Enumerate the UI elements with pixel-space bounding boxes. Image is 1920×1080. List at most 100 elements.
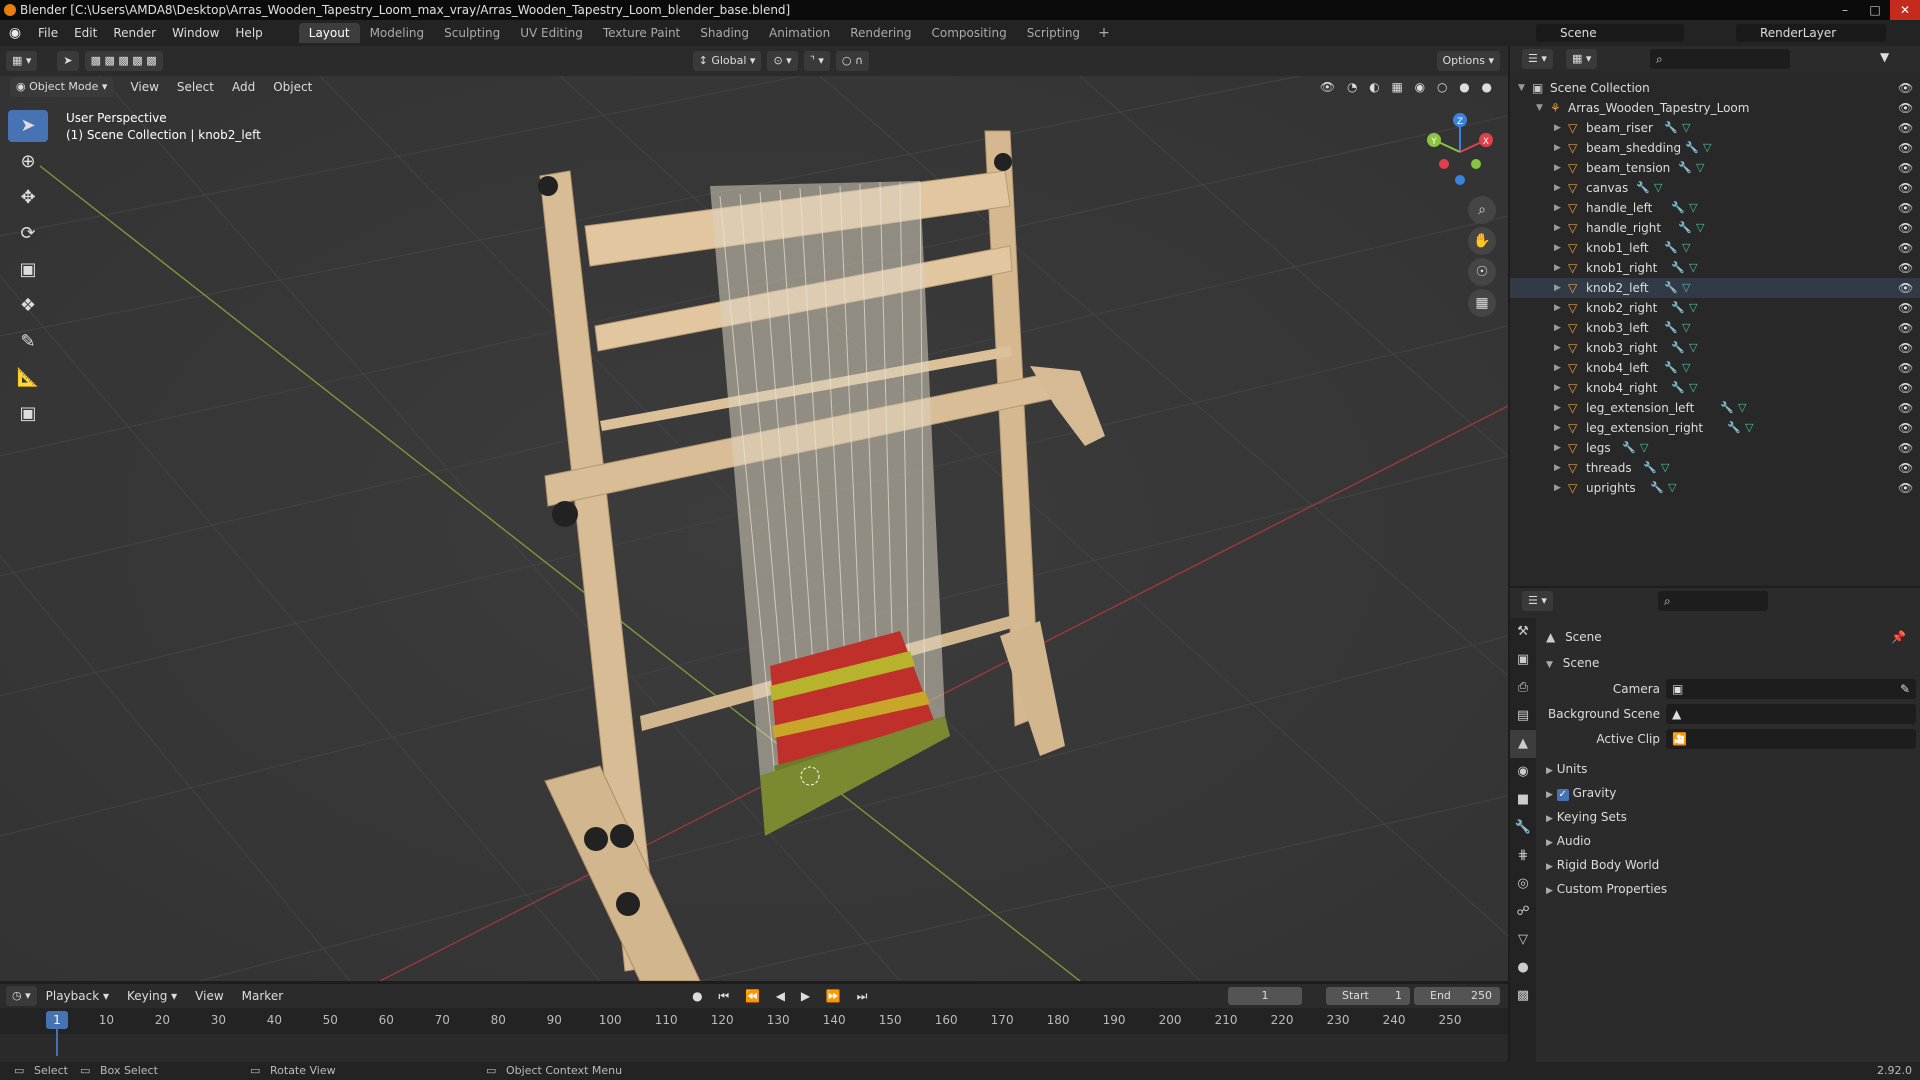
- modifier-icon[interactable]: 🔧: [1678, 158, 1692, 178]
- expand-arrow-icon[interactable]: ▶: [1554, 438, 1561, 458]
- expand-arrow-icon[interactable]: ▶: [1554, 258, 1561, 278]
- playhead-frame[interactable]: 1: [46, 1011, 68, 1029]
- visibility-eye-icon[interactable]: 👁: [1898, 278, 1913, 298]
- modifier-icon[interactable]: 🔧: [1664, 238, 1678, 258]
- properties-search-input[interactable]: ⌕: [1658, 591, 1768, 611]
- outliner-item-handle-right[interactable]: ▶ ▽ handle_right 🔧 ▽ 👁: [1510, 218, 1920, 238]
- outliner-item-threads[interactable]: ▶ ▽ threads 🔧 ▽ 👁: [1510, 458, 1920, 478]
- mesh-data-icon[interactable]: ▽: [1745, 418, 1753, 438]
- expand-arrow-icon[interactable]: ▶: [1554, 118, 1561, 138]
- rotate-tool-icon[interactable]: ⟳: [8, 218, 48, 250]
- outliner-collection[interactable]: ▼ ⚘ Arras_Wooden_Tapestry_Loom 👁: [1510, 98, 1920, 118]
- timeline-editor-type[interactable]: ◷ ▾: [6, 986, 37, 1006]
- visibility-eye-icon[interactable]: 👁: [1898, 438, 1913, 458]
- modifier-icon[interactable]: 🔧: [1636, 178, 1650, 198]
- outliner-item-canvas[interactable]: ▶ ▽ canvas 🔧 ▽ 👁: [1510, 178, 1920, 198]
- mesh-data-icon[interactable]: ▽: [1682, 318, 1690, 338]
- outliner-item-beam-riser[interactable]: ▶ ▽ beam_riser 🔧 ▽ 👁: [1510, 118, 1920, 138]
- outliner-item-knob2-left[interactable]: ▶ ▽ knob2_left 🔧 ▽ 👁: [1510, 278, 1920, 298]
- expand-arrow-icon[interactable]: ▶: [1554, 278, 1561, 298]
- frame-ruler[interactable]: 10 20 30 40 50 60 70 80 90 100 110 120 130 140 150 160 1…: [0, 1008, 1508, 1034]
- output-tab-icon[interactable]: ⎙: [1510, 674, 1536, 702]
- tab-layout[interactable]: Layout: [298, 23, 360, 43]
- playback-controls[interactable]: ● ⏮ ⏪ ◀ ▶ ⏩ ⏭: [692, 989, 873, 1004]
- display-mode-dropdown[interactable]: ▦ ▾: [1566, 49, 1598, 69]
- expand-arrow-icon[interactable]: ▶: [1554, 218, 1561, 238]
- tab-scripting[interactable]: Scripting: [1017, 23, 1090, 43]
- scene-section-header[interactable]: ▼ Scene: [1546, 652, 1916, 674]
- outliner-search-input[interactable]: ⌕: [1650, 49, 1790, 69]
- expand-arrow-icon[interactable]: ▶: [1554, 458, 1561, 478]
- outliner-item-knob2-right[interactable]: ▶ ▽ knob2_right 🔧 ▽ 👁: [1510, 298, 1920, 318]
- expand-arrow-icon[interactable]: ▶: [1554, 158, 1561, 178]
- outliner-item-leg-extension-left[interactable]: ▶ ▽ leg_extension_left 🔧 ▽ 👁: [1510, 398, 1920, 418]
- modifier-icon[interactable]: 🔧: [1685, 138, 1699, 158]
- modifier-icon[interactable]: 🔧: [1671, 258, 1685, 278]
- modifier-icon[interactable]: 🔧: [1671, 198, 1685, 218]
- menu-help[interactable]: Help: [227, 26, 270, 40]
- audio-panel[interactable]: ▶ Audio: [1546, 830, 1916, 852]
- units-panel[interactable]: ▶ Units: [1546, 758, 1916, 780]
- pan-hand-icon[interactable]: ✋: [1468, 227, 1496, 255]
- menu-view[interactable]: View: [121, 80, 167, 94]
- object-tab-icon[interactable]: ■: [1510, 786, 1536, 814]
- visibility-eye-icon[interactable]: 👁: [1898, 378, 1913, 398]
- end-frame-field[interactable]: End 250: [1414, 987, 1500, 1005]
- snap-toggle[interactable]: ⌝ ▾: [803, 51, 830, 71]
- visibility-eye-icon[interactable]: 👁: [1898, 318, 1913, 338]
- visibility-eye-icon[interactable]: 👁: [1898, 98, 1913, 118]
- options-dropdown[interactable]: Options ▾: [1436, 51, 1500, 71]
- outliner-item-knob1-left[interactable]: ▶ ▽ knob1_left 🔧 ▽ 👁: [1510, 238, 1920, 258]
- menu-keying[interactable]: Keying ▾: [118, 989, 186, 1003]
- proportional-edit-toggle[interactable]: ○ ∩: [835, 51, 870, 71]
- mesh-data-icon[interactable]: ▽: [1689, 338, 1697, 358]
- outliner-item-knob3-left[interactable]: ▶ ▽ knob3_left 🔧 ▽ 👁: [1510, 318, 1920, 338]
- ortho-grid-icon[interactable]: ▦: [1468, 289, 1496, 317]
- renderlayer-selector[interactable]: RenderLayer: [1736, 24, 1886, 42]
- visibility-eye-icon[interactable]: 👁: [1898, 78, 1913, 98]
- outliner-item-knob4-left[interactable]: ▶ ▽ knob4_left 🔧 ▽ 👁: [1510, 358, 1920, 378]
- visibility-eye-icon[interactable]: 👁: [1898, 258, 1913, 278]
- menu-select[interactable]: Select: [168, 80, 223, 94]
- transform-tool-icon[interactable]: ❖: [8, 290, 48, 322]
- rigid-body-world-panel[interactable]: ▶ Rigid Body World: [1546, 854, 1916, 876]
- gravity-checkbox[interactable]: ✓: [1556, 789, 1569, 801]
- expand-arrow-icon[interactable]: ▼: [1536, 98, 1543, 118]
- mesh-data-icon[interactable]: ▽: [1682, 118, 1690, 138]
- visibility-eye-icon[interactable]: 👁: [1898, 478, 1913, 498]
- blender-menu-icon[interactable]: ◉: [0, 25, 30, 41]
- tab-modeling[interactable]: Modeling: [360, 23, 435, 43]
- viewport-shading-buttons[interactable]: 👁 ◔ ◐ ▦ ◉ ○ ● ●: [1320, 80, 1496, 94]
- expand-arrow-icon[interactable]: ▶: [1554, 138, 1561, 158]
- start-frame-field[interactable]: Start 1: [1326, 987, 1410, 1005]
- modifier-icon[interactable]: 🔧: [1671, 298, 1685, 318]
- current-frame-field[interactable]: 1: [1228, 987, 1302, 1005]
- visibility-eye-icon[interactable]: 👁: [1898, 238, 1913, 258]
- expand-arrow-icon[interactable]: ▶: [1554, 358, 1561, 378]
- pin-icon[interactable]: 📌: [1891, 626, 1906, 648]
- mesh-data-icon[interactable]: ▽: [1703, 138, 1711, 158]
- mesh-data-icon[interactable]: ▽: [1682, 358, 1690, 378]
- render-tab-icon[interactable]: ▣: [1510, 646, 1536, 674]
- menu-window[interactable]: Window: [164, 26, 227, 40]
- world-tab-icon[interactable]: ◉: [1510, 758, 1536, 786]
- scene-tab-icon[interactable]: ▲: [1510, 730, 1536, 758]
- mesh-data-icon[interactable]: ▽: [1696, 218, 1704, 238]
- timeline-menu-view[interactable]: View: [186, 989, 232, 1003]
- texture-tab-icon[interactable]: ▩: [1510, 982, 1536, 1010]
- mesh-data-icon[interactable]: ▽: [1689, 198, 1697, 218]
- menu-edit[interactable]: Edit: [66, 26, 105, 40]
- pivot-dropdown[interactable]: ⊙ ▾: [767, 51, 798, 71]
- zoom-icon[interactable]: ⌕: [1468, 196, 1496, 224]
- modifier-icon[interactable]: 🔧: [1643, 458, 1657, 478]
- mesh-data-icon[interactable]: ▽: [1682, 238, 1690, 258]
- modifier-icon[interactable]: 🔧: [1650, 478, 1664, 498]
- outliner-item-handle-left[interactable]: ▶ ▽ handle_left 🔧 ▽ 👁: [1510, 198, 1920, 218]
- outliner-item-uprights[interactable]: ▶ ▽ uprights 🔧 ▽ 👁: [1510, 478, 1920, 498]
- 3d-viewport[interactable]: [0, 76, 1508, 981]
- tab-compositing[interactable]: Compositing: [921, 23, 1016, 43]
- visibility-eye-icon[interactable]: 👁: [1898, 118, 1913, 138]
- visibility-eye-icon[interactable]: 👁: [1898, 418, 1913, 438]
- outliner-item-knob1-right[interactable]: ▶ ▽ knob1_right 🔧 ▽ 👁: [1510, 258, 1920, 278]
- outliner-item-leg-extension-right[interactable]: ▶ ▽ leg_extension_right 🔧 ▽ 👁: [1510, 418, 1920, 438]
